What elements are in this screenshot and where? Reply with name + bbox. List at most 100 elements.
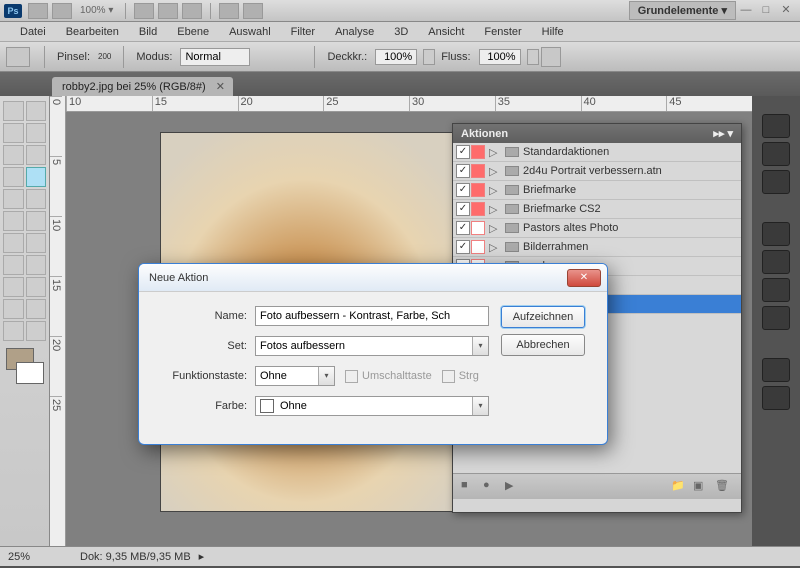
dialog-toggle[interactable] xyxy=(471,145,485,159)
type-tool[interactable] xyxy=(26,255,47,275)
history-brush-tool[interactable] xyxy=(26,189,47,209)
hand-icon[interactable] xyxy=(134,3,154,19)
action-row[interactable]: ▷ Bilderrahmen xyxy=(453,238,741,257)
status-doc-info[interactable]: Dok: 9,35 MB/9,35 MB xyxy=(80,551,191,563)
menu-3d[interactable]: 3D xyxy=(384,24,418,40)
flow-input[interactable]: 100% xyxy=(479,49,521,65)
status-zoom[interactable]: 25% xyxy=(8,551,60,563)
navigator-panel-icon[interactable] xyxy=(762,278,790,302)
action-row[interactable]: ▷ Standardaktionen xyxy=(453,143,741,162)
menu-hilfe[interactable]: Hilfe xyxy=(532,24,574,40)
crop-tool[interactable] xyxy=(3,145,24,165)
styles-panel-icon[interactable] xyxy=(762,170,790,194)
toggle-checkbox[interactable] xyxy=(456,145,470,159)
menu-filter[interactable]: Filter xyxy=(281,24,325,40)
tool-preset-icon[interactable] xyxy=(6,47,30,67)
dialog-toggle[interactable] xyxy=(471,240,485,254)
opacity-flyout[interactable] xyxy=(423,49,435,65)
stop-icon[interactable]: ■ xyxy=(461,479,479,495)
expand-icon[interactable]: ▷ xyxy=(489,222,499,235)
arrange-icon[interactable] xyxy=(219,3,239,19)
new-action-icon[interactable]: ▣ xyxy=(693,479,711,495)
stamp-tool[interactable] xyxy=(3,189,24,209)
brush-tool[interactable] xyxy=(26,167,47,187)
menu-datei[interactable]: Datei xyxy=(10,24,56,40)
menu-bild[interactable]: Bild xyxy=(129,24,167,40)
3d-camera-tool[interactable] xyxy=(26,299,47,319)
shift-checkbox[interactable] xyxy=(345,370,358,383)
record-icon[interactable]: ● xyxy=(483,479,501,495)
mode-dropdown[interactable]: Normal xyxy=(180,48,250,66)
move-tool[interactable] xyxy=(3,101,24,121)
adjustments-panel-icon[interactable] xyxy=(762,222,790,246)
flow-flyout[interactable] xyxy=(527,49,539,65)
layers-panel-icon[interactable] xyxy=(762,358,790,382)
tab-close-icon[interactable]: ✕ xyxy=(216,80,225,93)
brush-size[interactable]: 200 xyxy=(98,52,111,61)
marquee-tool[interactable] xyxy=(26,101,47,121)
rotate-icon[interactable] xyxy=(182,3,202,19)
zoom-icon[interactable] xyxy=(158,3,178,19)
panel-menu-icon[interactable]: ▸▸ ▾ xyxy=(713,127,733,140)
cancel-button[interactable]: Abbrechen xyxy=(501,334,585,356)
dialog-titlebar[interactable]: Neue Aktion ✕ xyxy=(139,264,607,292)
menu-ebene[interactable]: Ebene xyxy=(167,24,219,40)
heal-tool[interactable] xyxy=(3,167,24,187)
menu-fenster[interactable]: Fenster xyxy=(474,24,531,40)
toggle-checkbox[interactable] xyxy=(456,221,470,235)
action-row[interactable]: ▷ Briefmarke CS2 xyxy=(453,200,741,219)
masks-panel-icon[interactable] xyxy=(762,250,790,274)
eyedropper-tool[interactable] xyxy=(26,145,47,165)
trash-icon[interactable]: 🗑 xyxy=(715,479,733,495)
color-dropdown[interactable]: Ohne▾ xyxy=(255,396,489,416)
screen-mode-icon[interactable] xyxy=(243,3,263,19)
hand-tool[interactable] xyxy=(3,321,24,341)
minimize-button[interactable]: — xyxy=(738,4,754,18)
close-button[interactable]: ✕ xyxy=(778,4,794,18)
expand-icon[interactable]: ▷ xyxy=(489,241,499,254)
gradient-tool[interactable] xyxy=(26,211,47,231)
action-name-input[interactable] xyxy=(255,306,489,326)
dialog-close-button[interactable]: ✕ xyxy=(567,269,601,287)
preview-icon[interactable] xyxy=(52,3,72,19)
blur-tool[interactable] xyxy=(3,233,24,253)
shape-tool[interactable] xyxy=(26,277,47,297)
channels-panel-icon[interactable] xyxy=(762,386,790,410)
record-button[interactable]: Aufzeichnen xyxy=(501,306,585,328)
menu-auswahl[interactable]: Auswahl xyxy=(219,24,281,40)
expand-icon[interactable]: ▷ xyxy=(489,146,499,159)
zoom-level[interactable]: 100% ▾ xyxy=(80,5,113,16)
lasso-tool[interactable] xyxy=(3,123,24,143)
eraser-tool[interactable] xyxy=(3,211,24,231)
menu-bearbeiten[interactable]: Bearbeiten xyxy=(56,24,129,40)
pen-tool[interactable] xyxy=(3,255,24,275)
airbrush-icon[interactable] xyxy=(541,47,561,67)
play-icon[interactable]: ▶ xyxy=(505,479,523,495)
toggle-checkbox[interactable] xyxy=(456,202,470,216)
ctrl-checkbox[interactable] xyxy=(442,370,455,383)
color-panel-icon[interactable] xyxy=(762,114,790,138)
3d-tool[interactable] xyxy=(3,299,24,319)
toggle-checkbox[interactable] xyxy=(456,164,470,178)
action-row[interactable]: ▷ 2d4u Portrait verbessern.atn xyxy=(453,162,741,181)
action-row[interactable]: ▷ Pastors altes Photo xyxy=(453,219,741,238)
bridge-icon[interactable] xyxy=(28,3,48,19)
info-panel-icon[interactable] xyxy=(762,306,790,330)
action-row[interactable]: ▷ Briefmarke xyxy=(453,181,741,200)
document-tab[interactable]: robby2.jpg bei 25% (RGB/8#) ✕ xyxy=(52,77,233,96)
expand-icon[interactable]: ▷ xyxy=(489,203,499,216)
dodge-tool[interactable] xyxy=(26,233,47,253)
wand-tool[interactable] xyxy=(26,123,47,143)
fkey-dropdown[interactable]: Ohne▾ xyxy=(255,366,335,386)
actions-panel-header[interactable]: Aktionen ▸▸ ▾ xyxy=(453,124,741,143)
set-dropdown[interactable]: Fotos aufbessern▾ xyxy=(255,336,489,356)
path-tool[interactable] xyxy=(3,277,24,297)
dialog-toggle[interactable] xyxy=(471,221,485,235)
toggle-checkbox[interactable] xyxy=(456,240,470,254)
menu-ansicht[interactable]: Ansicht xyxy=(418,24,474,40)
background-color[interactable] xyxy=(16,362,44,384)
workspace-switcher[interactable]: Grundelemente ▾ xyxy=(629,1,736,20)
opacity-input[interactable]: 100% xyxy=(375,49,417,65)
expand-icon[interactable]: ▷ xyxy=(489,165,499,178)
dialog-toggle[interactable] xyxy=(471,202,485,216)
